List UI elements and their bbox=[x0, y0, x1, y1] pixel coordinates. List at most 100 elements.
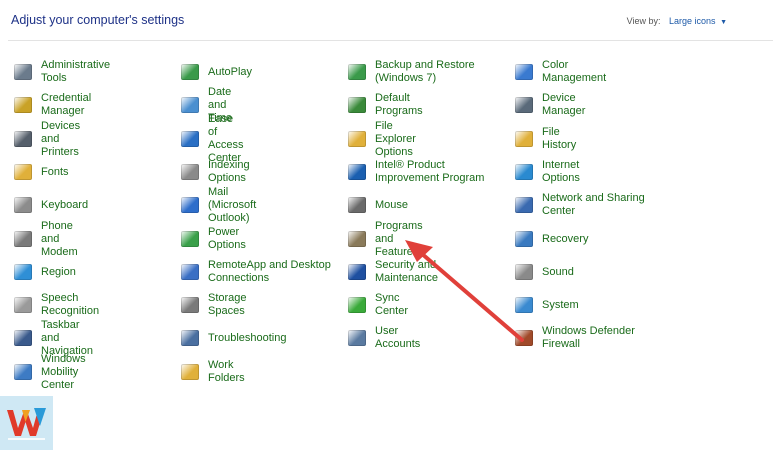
control-panel-item[interactable]: Windows Defender Firewall bbox=[513, 323, 642, 353]
view-by-dropdown[interactable]: Large icons bbox=[669, 16, 716, 26]
control-panel-item[interactable]: System bbox=[513, 290, 579, 320]
control-panel-item[interactable]: Ease of Access Center bbox=[179, 113, 243, 164]
view-by-control: View by: Large icons ▼ bbox=[627, 16, 727, 26]
control-panel-item[interactable]: Device Manager bbox=[513, 90, 585, 120]
control-panel-item-label: Intel® Product Improvement Program bbox=[375, 159, 485, 184]
control-panel-item-label: AutoPlay bbox=[208, 65, 253, 78]
control-panel-item[interactable]: Recovery bbox=[513, 224, 588, 254]
control-panel-item-label: RemoteApp and Desktop Connections bbox=[208, 259, 331, 284]
control-panel-item[interactable]: Default Programs bbox=[346, 90, 423, 120]
security-maintenance-icon bbox=[346, 261, 368, 283]
control-panel-item-label: File Explorer Options bbox=[375, 119, 416, 158]
control-panel-item[interactable]: Sync Center bbox=[346, 290, 408, 320]
control-panel-item[interactable]: File Explorer Options bbox=[346, 120, 416, 158]
control-panel-item[interactable]: RemoteApp and Desktop Connections bbox=[179, 257, 333, 287]
control-panel-item[interactable]: File History bbox=[513, 124, 576, 154]
control-panel-item-label: Sound bbox=[542, 265, 574, 278]
control-panel-window: Adjust your computer's settings View by:… bbox=[0, 0, 783, 450]
control-panel-item-label: Indexing Options bbox=[208, 159, 250, 184]
control-panel-item[interactable]: Devices and Printers bbox=[12, 120, 80, 158]
sound-icon bbox=[513, 261, 535, 283]
control-panel-item-label: Backup and Restore (Windows 7) bbox=[375, 59, 475, 84]
control-panel-item[interactable]: Intel® Product Improvement Program bbox=[346, 157, 495, 187]
control-panel-item-label: Sync Center bbox=[375, 292, 409, 317]
file-history-icon bbox=[513, 128, 535, 150]
control-panel-item[interactable]: Credential Manager bbox=[12, 90, 91, 120]
control-panel-item[interactable]: Fonts bbox=[12, 157, 69, 187]
control-panel-item[interactable]: Security and Maintenance bbox=[346, 257, 438, 287]
control-panel-item-label: Work Folders bbox=[208, 359, 245, 384]
control-panel-item[interactable]: Windows Mobility Center bbox=[12, 353, 86, 391]
color-management-icon bbox=[513, 61, 535, 83]
control-panel-item-label: Credential Manager bbox=[41, 92, 92, 117]
control-panel-item-label: Device Manager bbox=[542, 92, 586, 117]
control-panel-item-label: Network and Sharing Center bbox=[542, 192, 645, 217]
control-panel-item[interactable]: Color Management bbox=[513, 57, 606, 87]
mail-outlook-icon bbox=[179, 194, 201, 216]
control-panel-item-label: File History bbox=[542, 126, 577, 151]
remoteapp-icon bbox=[179, 261, 201, 283]
control-panel-item[interactable]: Region bbox=[12, 257, 76, 287]
control-panel-item[interactable]: Storage Spaces bbox=[179, 290, 247, 320]
header: Adjust your computer's settings View by:… bbox=[0, 0, 783, 40]
control-panel-item[interactable]: Work Folders bbox=[179, 357, 245, 387]
control-panel-item[interactable]: Mouse bbox=[346, 190, 408, 220]
control-panel-item[interactable]: Speech Recognition bbox=[12, 290, 99, 320]
user-accounts-icon bbox=[346, 327, 368, 349]
control-panel-item-label: Programs and Features bbox=[375, 219, 423, 258]
chevron-down-icon[interactable]: ▼ bbox=[720, 19, 727, 26]
programs-features-icon bbox=[346, 228, 368, 250]
control-panel-item[interactable]: Taskbar and Navigation bbox=[12, 319, 93, 357]
default-programs-icon bbox=[346, 94, 368, 116]
control-panel-item[interactable]: Backup and Restore (Windows 7) bbox=[346, 57, 475, 87]
control-panel-item[interactable]: User Accounts bbox=[346, 323, 420, 353]
control-panel-item-label: Storage Spaces bbox=[208, 292, 247, 317]
control-panel-item-label: Devices and Printers bbox=[41, 119, 81, 158]
system-icon bbox=[513, 294, 535, 316]
device-manager-icon bbox=[513, 94, 535, 116]
control-panel-item[interactable]: Sound bbox=[513, 257, 574, 287]
control-panel-item[interactable]: Troubleshooting bbox=[179, 323, 286, 353]
phone-modem-icon bbox=[12, 228, 34, 250]
region-icon bbox=[12, 261, 34, 283]
control-panel-item-label: User Accounts bbox=[375, 325, 421, 350]
control-panel-item-label: Recovery bbox=[542, 232, 589, 245]
control-panel-item-label: Mouse bbox=[375, 198, 409, 211]
control-panel-item-label: Troubleshooting bbox=[208, 331, 287, 344]
control-panel-item-label: Speech Recognition bbox=[41, 292, 100, 317]
page-title: Adjust your computer's settings bbox=[11, 13, 185, 27]
control-panel-item-label: Region bbox=[41, 265, 76, 278]
control-panel-item[interactable]: Network and Sharing Center bbox=[513, 190, 652, 220]
autoplay-icon bbox=[179, 61, 201, 83]
power-options-icon bbox=[179, 228, 201, 250]
control-panel-item-label: Default Programs bbox=[375, 92, 423, 117]
recovery-icon bbox=[513, 228, 535, 250]
control-panel-item[interactable]: Mail (Microsoft Outlook) bbox=[179, 186, 256, 224]
control-panel-item[interactable]: Administrative Tools bbox=[12, 57, 110, 87]
mouse-icon bbox=[346, 194, 368, 216]
control-panel-item[interactable]: Internet Options bbox=[513, 157, 580, 187]
microphone-icon bbox=[12, 294, 34, 316]
logo-watermark bbox=[0, 396, 53, 450]
control-panel-item-label: Fonts bbox=[41, 165, 69, 178]
control-panel-item[interactable]: Phone and Modem bbox=[12, 220, 78, 258]
storage-spaces-icon bbox=[179, 294, 201, 316]
control-panel-item-label: Internet Options bbox=[542, 159, 580, 184]
control-panel-item[interactable]: Programs and Features bbox=[346, 220, 423, 258]
control-panel-item-label: System bbox=[542, 298, 579, 311]
network-sharing-icon bbox=[513, 194, 535, 216]
control-panel-item[interactable]: AutoPlay bbox=[179, 57, 252, 87]
control-panel-item-label: Power Options bbox=[208, 226, 246, 251]
control-panel-item[interactable]: Indexing Options bbox=[179, 157, 250, 187]
view-by-label: View by: bbox=[626, 16, 661, 26]
control-panel-item-label: Administrative Tools bbox=[41, 59, 111, 84]
work-folders-icon bbox=[179, 361, 201, 383]
mobility-center-icon bbox=[12, 361, 34, 383]
logo-icon bbox=[0, 396, 53, 450]
backup-restore-icon bbox=[346, 61, 368, 83]
control-panel-item[interactable]: Power Options bbox=[179, 224, 246, 254]
control-panel-item[interactable]: Keyboard bbox=[12, 190, 88, 220]
troubleshooting-icon bbox=[179, 327, 201, 349]
administrative-tools-icon bbox=[12, 61, 34, 83]
header-divider bbox=[8, 40, 773, 41]
